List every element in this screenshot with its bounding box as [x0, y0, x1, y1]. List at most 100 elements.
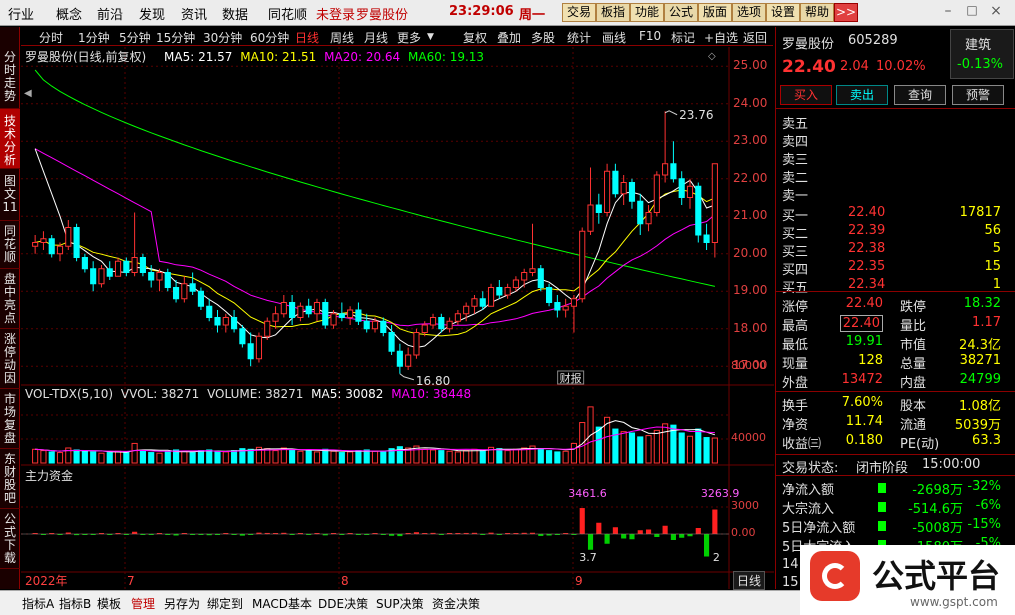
overlay-button[interactable]: 叠加 [497, 29, 521, 46]
multi-stock-button[interactable]: 多股 [531, 29, 555, 46]
options-button[interactable]: 选项 [732, 3, 766, 22]
tab-guba[interactable]: 东财股吧 [0, 449, 20, 509]
tab-fenshi[interactable]: 分时走势 [0, 27, 20, 109]
tab-dde[interactable]: DDE决策 [318, 595, 368, 612]
alert-button[interactable]: 预警 [952, 85, 1004, 105]
mainflow-bar [679, 534, 685, 538]
quote-panel: 罗曼股份 605289 建筑 -0.13% 22.40 2.04 10.02% … [775, 27, 1015, 590]
candle-body [156, 272, 163, 281]
candle-body [131, 257, 138, 273]
draw-line-button[interactable]: 画线 [602, 29, 626, 46]
period-more[interactable]: 更多 [397, 29, 421, 46]
formula-button[interactable]: 公式 [664, 3, 698, 22]
more-dropdown-icon[interactable]: ▼ [427, 32, 434, 42]
logo-text: 公式平台 [872, 557, 1001, 595]
settings-button[interactable]: 设置 [766, 3, 800, 22]
trade-button[interactable]: 交易 [562, 3, 596, 22]
menu-zixun[interactable]: 资讯 [181, 4, 207, 23]
tab-tuwen[interactable]: 图文11 [0, 169, 20, 221]
tab-formula-download[interactable]: 公式下载 [0, 509, 20, 569]
menu-shuju[interactable]: 数据 [222, 4, 248, 23]
period-15min[interactable]: 15分钟 [156, 29, 195, 46]
volume-bar [131, 442, 138, 464]
tab-sup[interactable]: SUP决策 [376, 595, 424, 612]
tab-technical[interactable]: 技术分析 [0, 109, 20, 169]
query-button[interactable]: 查询 [894, 85, 946, 105]
tab-save-as[interactable]: 另存为 [164, 595, 200, 612]
collapse-icon[interactable]: ◇ [708, 51, 716, 62]
mainflow-bar [695, 528, 701, 534]
period-fenshi[interactable]: 分时 [39, 29, 63, 46]
buy-button[interactable]: 买入 [780, 85, 832, 105]
statistics-button[interactable]: 统计 [567, 29, 591, 46]
sell-button[interactable]: 卖出 [836, 85, 888, 105]
sector-box[interactable]: 建筑 -0.13% [950, 29, 1014, 79]
period-daily[interactable]: 日线 [295, 29, 319, 46]
period-indicator[interactable]: 日线 [733, 571, 766, 590]
function-button[interactable]: 功能 [630, 3, 664, 22]
menu-gainian[interactable]: 概念 [56, 4, 82, 23]
logo-url: www.gspt.com [910, 595, 998, 609]
tab-macd[interactable]: MACD基本 [252, 595, 312, 612]
volume-bar [338, 452, 345, 464]
menu-tonghuashun[interactable]: 同花顺 [268, 4, 307, 23]
period-60min[interactable]: 60分钟 [250, 29, 289, 46]
bid-price: 22.38 [848, 241, 886, 256]
candle-body [65, 227, 72, 247]
candle-body [172, 287, 180, 300]
maximize-icon[interactable]: □ [964, 3, 980, 21]
menu-faxian[interactable]: 发现 [139, 4, 165, 23]
fuquan-button[interactable]: 复权 [463, 29, 487, 46]
mainflow-bar [596, 522, 602, 534]
tab-fupan[interactable]: 市场复盘 [0, 389, 20, 449]
tab-manage[interactable]: 管理 [131, 595, 155, 612]
tab-tonghuashun[interactable]: 同花顺 [0, 221, 20, 269]
tab-bind-to[interactable]: 绑定到 [207, 595, 243, 612]
tab-indicator-a[interactable]: 指标A [22, 595, 54, 612]
volume-bar [56, 452, 64, 464]
menu-hangye[interactable]: 行业 [8, 4, 34, 23]
stat-label: 最低 [782, 338, 809, 353]
candle-body [380, 320, 387, 333]
mainflow-bar [413, 532, 420, 534]
candle-body [579, 230, 586, 300]
bid-volume: 5 [992, 241, 1001, 256]
candle-body [637, 200, 644, 225]
period-5min[interactable]: 5分钟 [119, 29, 151, 46]
volume-bar [247, 448, 254, 464]
back-button[interactable]: 返回 [743, 29, 767, 46]
period-monthly[interactable]: 月线 [364, 29, 388, 46]
add-favorite-button[interactable]: +自选 [704, 29, 738, 46]
tab-template[interactable]: 模板 [97, 595, 121, 612]
expand-icon[interactable]: >> [834, 3, 858, 22]
tab-zhangting[interactable]: 涨停动因 [0, 329, 20, 389]
bid-volume: 17817 [959, 205, 1001, 220]
help-button[interactable]: 帮助 [800, 3, 834, 22]
stat2-value: 11.74 [845, 414, 883, 429]
bid-volume: 15 [984, 259, 1001, 274]
tab-fund[interactable]: 资金决策 [432, 595, 480, 612]
minimize-icon[interactable]: – [940, 3, 956, 21]
volume-bar [711, 437, 718, 464]
tab-panzhong[interactable]: 盘中亮点 [0, 269, 20, 329]
period-weekly[interactable]: 周线 [330, 29, 354, 46]
candle-body [247, 343, 254, 360]
candle-body [81, 257, 88, 270]
volume-bar [81, 450, 88, 464]
layout-button[interactable]: 版面 [698, 3, 732, 22]
menu-qianyan[interactable]: 前沿 [97, 4, 123, 23]
kline-chart[interactable]: 23.7616.80 财报3461.6 3263.93.7 22022年 7 8 9 [21, 47, 774, 589]
close-icon[interactable]: × [988, 3, 1004, 21]
mark-button[interactable]: 标记 [671, 29, 695, 46]
tab-indicator-b[interactable]: 指标B [59, 595, 91, 612]
volume-bar [73, 449, 80, 464]
period-30min[interactable]: 30分钟 [203, 29, 242, 46]
f10-button[interactable]: F10 [639, 29, 661, 43]
candle-body [90, 268, 97, 285]
price-tick-label: 24.00 [733, 95, 768, 110]
login-status[interactable]: 未登录 [316, 4, 355, 23]
flow-bar [878, 502, 886, 512]
board-index-button[interactable]: 板指 [596, 3, 630, 22]
period-1min[interactable]: 1分钟 [78, 29, 110, 46]
volume-bar [454, 451, 461, 464]
